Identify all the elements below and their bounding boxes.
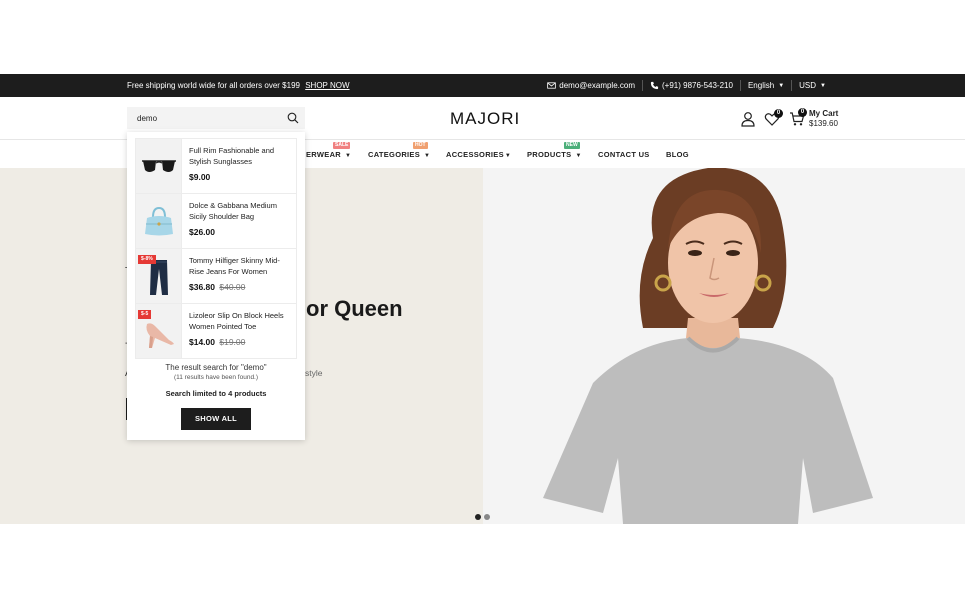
- nav-item-accessories[interactable]: ACCESSORIES▼: [446, 141, 511, 170]
- product-thumbnail[interactable]: $-5: [136, 304, 182, 358]
- current-price: $14.00: [189, 337, 215, 347]
- show-all-button[interactable]: SHOW ALL: [181, 408, 251, 430]
- promo-text: Free shipping world wide for all orders …: [127, 81, 300, 90]
- nav-label: PRODUCTS: [527, 150, 572, 159]
- result-count: (11 results have been found.): [173, 374, 259, 381]
- product-price: $36.80 $40.00: [189, 282, 245, 292]
- product-name[interactable]: Full Rim Fashionable and Stylish Sunglas…: [189, 145, 293, 167]
- chevron-down-icon: ▼: [820, 82, 826, 89]
- hero-headline: or Queen: [306, 296, 403, 321]
- wishlist-count-badge: 0: [774, 109, 783, 118]
- user-icon[interactable]: [740, 111, 756, 127]
- new-tag: NEW: [564, 142, 580, 149]
- old-price: $19.00: [219, 337, 246, 347]
- hero-subtitle: style: [305, 368, 323, 378]
- sunglasses-icon: [142, 160, 176, 172]
- search-result-item[interactable]: Full Rim Fashionable and Stylish Sunglas…: [136, 139, 296, 194]
- chevron-down-icon: ▼: [504, 153, 512, 159]
- current-price: $26.00: [189, 227, 215, 237]
- hero-model-image: [483, 168, 965, 524]
- language-value: English: [747, 81, 775, 90]
- product-thumbnail[interactable]: $-8%: [136, 249, 182, 303]
- top-bar-right: demo@example.com (+91) 9876-543-210 Engl…: [540, 74, 833, 97]
- chevron-down-icon: ▼: [778, 82, 785, 89]
- cart-count-badge: 0: [798, 108, 807, 117]
- language-select[interactable]: English ▼: [739, 80, 791, 91]
- chevron-down-icon: ▼: [424, 153, 431, 159]
- product-name[interactable]: Dolce & Gabbana Medium Sicily Shoulder B…: [189, 200, 293, 222]
- cart-summary[interactable]: My Cart $139.60: [809, 109, 838, 129]
- promo-banner: Free shipping world wide for all orders …: [127, 74, 350, 97]
- search-input[interactable]: [127, 107, 277, 129]
- mail-icon: [547, 82, 557, 89]
- site-logo[interactable]: MAJORI: [450, 109, 520, 129]
- phone-contact[interactable]: (+91) 9876-543-210: [642, 80, 740, 91]
- search-icon[interactable]: [287, 112, 299, 124]
- product-thumbnail[interactable]: [136, 194, 182, 248]
- bag-icon: [145, 206, 173, 236]
- discount-badge: $-8%: [138, 255, 156, 264]
- nav-label: CATEGORIES: [368, 150, 421, 159]
- shop-now-link[interactable]: SHOP NOW: [305, 81, 349, 90]
- discount-badge: $-5: [138, 310, 152, 319]
- cart-label: My Cart: [809, 109, 839, 118]
- currency-select[interactable]: USD ▼: [791, 80, 833, 91]
- search-results-list: Full Rim Fashionable and Stylish Sunglas…: [135, 138, 297, 359]
- old-price: $40.00: [219, 282, 246, 292]
- current-price: $36.80: [189, 282, 215, 292]
- cart-total: $139.60: [809, 119, 838, 128]
- search-results-dropdown: Full Rim Fashionable and Stylish Sunglas…: [127, 132, 305, 440]
- carousel-dot-2[interactable]: [484, 514, 490, 520]
- top-bar: Free shipping world wide for all orders …: [0, 74, 965, 97]
- product-price: $26.00: [189, 227, 215, 237]
- search-result-item[interactable]: $-8% Tommy Hilfiger Skinny Mid-Rise Jean…: [136, 249, 296, 304]
- product-price: $14.00 $19.00: [189, 337, 245, 347]
- result-summary: The result search for "demo": [165, 363, 267, 372]
- nav-label: ERWEAR: [306, 150, 341, 159]
- carousel-dots: [475, 514, 490, 520]
- carousel-dot-1[interactable]: [475, 514, 481, 520]
- nav-item-blog[interactable]: BLOG: [666, 141, 689, 168]
- product-price: $9.00: [189, 172, 210, 182]
- result-limit-note: Search limited to 4 products: [165, 389, 267, 398]
- email-contact[interactable]: demo@example.com: [540, 80, 642, 91]
- product-thumbnail[interactable]: [136, 139, 182, 193]
- currency-value: USD: [799, 81, 817, 90]
- current-price: $9.00: [189, 172, 211, 182]
- phone-text: (+91) 9876-543-210: [662, 81, 733, 90]
- search-result-item[interactable]: Dolce & Gabbana Medium Sicily Shoulder B…: [136, 194, 296, 249]
- chevron-down-icon: ▼: [345, 153, 352, 159]
- model-illustration: [483, 168, 965, 524]
- search-box: [127, 107, 305, 129]
- nav-label: ACCESSORIES: [446, 150, 504, 159]
- search-results-footer: The result search for "demo" (11 results…: [127, 363, 305, 399]
- product-name[interactable]: Lizoleor Slip On Block Heels Women Point…: [189, 310, 293, 332]
- page: Free shipping world wide for all orders …: [0, 0, 965, 600]
- phone-icon: [650, 81, 659, 90]
- search-result-item[interactable]: $-5 Lizoleor Slip On Block Heels Women P…: [136, 304, 296, 358]
- chevron-down-icon: ▼: [575, 153, 582, 159]
- hot-tag: HOT: [413, 142, 428, 149]
- product-name[interactable]: Tommy Hilfiger Skinny Mid-Rise Jeans For…: [189, 255, 293, 277]
- email-text: demo@example.com: [559, 81, 635, 90]
- nav-item-contact[interactable]: CONTACT US: [598, 141, 650, 168]
- sale-tag: SALE: [333, 142, 351, 149]
